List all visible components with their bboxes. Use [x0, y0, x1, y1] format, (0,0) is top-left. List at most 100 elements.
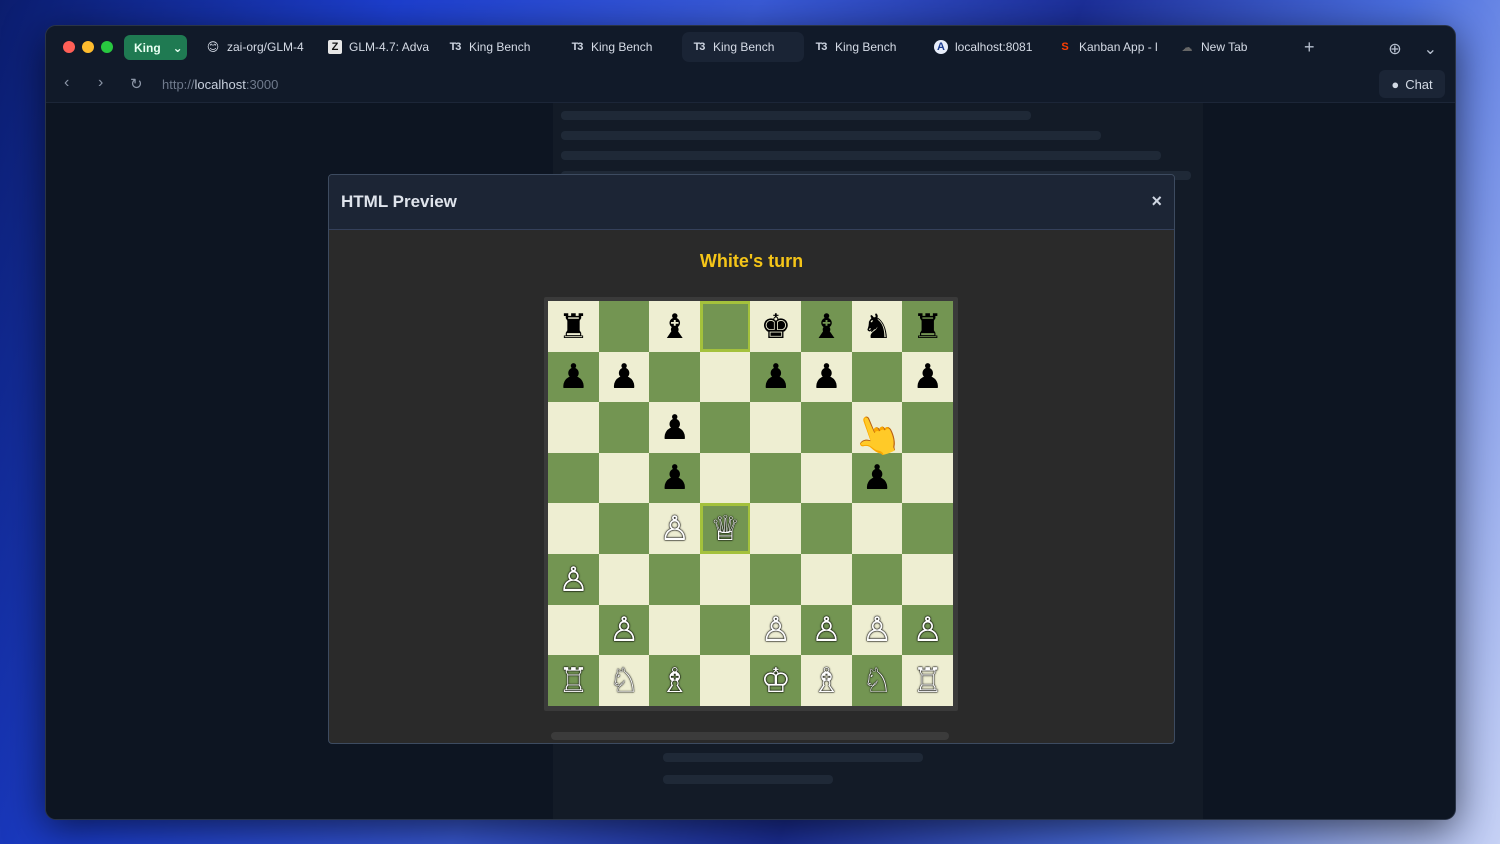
square-e3[interactable]: [750, 554, 802, 605]
square-g3[interactable]: [851, 554, 903, 605]
square-g1[interactable]: ♘: [851, 655, 903, 707]
maximize-window-button[interactable]: [101, 41, 113, 53]
square-f7[interactable]: ♟: [801, 351, 852, 403]
tab-1[interactable]: 😊 zai-org/GLM-4: [196, 32, 324, 62]
tab-3[interactable]: T3 King Bench: [438, 32, 560, 62]
square-e6[interactable]: [750, 402, 802, 454]
square-d7[interactable]: [699, 351, 751, 403]
white-knight-icon[interactable]: ♘: [862, 664, 892, 698]
square-f1[interactable]: ♗: [801, 655, 852, 707]
black-king-icon[interactable]: ♚: [761, 310, 791, 344]
white-pawn-icon[interactable]: ♙: [761, 613, 791, 647]
square-b4[interactable]: [598, 503, 650, 555]
square-e2[interactable]: ♙: [750, 604, 802, 656]
square-f4[interactable]: [801, 503, 852, 555]
scrollbar[interactable]: [551, 732, 949, 740]
square-d3[interactable]: [699, 554, 751, 605]
tab-2[interactable]: Z GLM-4.7: Adva: [318, 32, 440, 62]
black-pawn-icon[interactable]: ♟: [659, 461, 689, 495]
square-a7[interactable]: ♟: [548, 351, 599, 403]
square-d6[interactable]: [699, 402, 751, 454]
square-a3[interactable]: ♙: [548, 554, 599, 605]
square-b3[interactable]: [598, 554, 650, 605]
white-knight-icon[interactable]: ♘: [609, 664, 639, 698]
square-a4[interactable]: [548, 503, 599, 555]
white-pawn-icon[interactable]: ♙: [862, 613, 892, 647]
square-h8[interactable]: ♜: [902, 301, 954, 352]
download-icon[interactable]: ⊕: [1388, 39, 1401, 59]
white-rook-icon[interactable]: ♖: [912, 664, 942, 698]
square-c3[interactable]: [649, 554, 701, 605]
square-c5[interactable]: ♟: [649, 452, 701, 504]
chat-button[interactable]: ● Chat: [1379, 70, 1445, 98]
white-king-icon[interactable]: ♔: [761, 664, 791, 698]
tab-8[interactable]: S Kanban App - l: [1048, 32, 1170, 62]
new-tab-button[interactable]: +: [1304, 37, 1315, 58]
square-h5[interactable]: [902, 452, 954, 504]
black-pawn-icon[interactable]: ♟: [862, 461, 892, 495]
square-b6[interactable]: [598, 402, 650, 454]
white-pawn-icon[interactable]: ♙: [811, 613, 841, 647]
close-window-button[interactable]: [63, 41, 75, 53]
black-rook-icon[interactable]: ♜: [912, 310, 942, 344]
square-h7[interactable]: ♟: [902, 351, 954, 403]
forward-icon[interactable]: ›: [98, 74, 103, 92]
square-h3[interactable]: [902, 554, 954, 605]
white-rook-icon[interactable]: ♖: [558, 664, 588, 698]
back-icon[interactable]: ‹: [64, 74, 69, 92]
white-pawn-icon[interactable]: ♙: [558, 563, 588, 597]
square-f6[interactable]: [801, 402, 852, 454]
square-b1[interactable]: ♘: [598, 655, 650, 707]
white-bishop-icon[interactable]: ♗: [659, 664, 689, 698]
tab-5[interactable]: T3 King Bench: [682, 32, 804, 62]
black-pawn-icon[interactable]: ♟: [558, 360, 588, 394]
square-g8[interactable]: ♞: [851, 301, 903, 352]
square-h2[interactable]: ♙: [902, 604, 954, 656]
chevron-down-icon[interactable]: ⌄: [1424, 39, 1437, 59]
close-icon[interactable]: ×: [1151, 191, 1162, 212]
square-b8[interactable]: [598, 301, 650, 352]
square-e5[interactable]: [750, 452, 802, 504]
black-bishop-icon[interactable]: ♝: [659, 310, 689, 344]
square-f5[interactable]: [801, 452, 852, 504]
square-d5[interactable]: [699, 452, 751, 504]
square-b5[interactable]: [598, 452, 650, 504]
square-d8[interactable]: [699, 301, 751, 352]
white-pawn-icon[interactable]: ♙: [659, 512, 689, 546]
tab-9[interactable]: ☁ New Tab: [1170, 32, 1292, 62]
square-f8[interactable]: ♝: [801, 301, 852, 352]
black-pawn-icon[interactable]: ♟: [912, 360, 942, 394]
square-h6[interactable]: [902, 402, 954, 454]
square-h1[interactable]: ♖: [902, 655, 954, 707]
black-pawn-icon[interactable]: ♟: [811, 360, 841, 394]
square-d1[interactable]: [699, 655, 751, 707]
square-c1[interactable]: ♗: [649, 655, 701, 707]
square-c7[interactable]: [649, 351, 701, 403]
profile-switcher[interactable]: King ⌄: [124, 35, 187, 60]
black-knight-icon[interactable]: ♞: [862, 310, 892, 344]
white-pawn-icon[interactable]: ♙: [912, 613, 942, 647]
url-field[interactable]: http://localhost:3000: [162, 77, 278, 92]
square-e7[interactable]: ♟: [750, 351, 802, 403]
black-bishop-icon[interactable]: ♝: [811, 310, 841, 344]
black-pawn-icon[interactable]: ♟: [609, 360, 639, 394]
square-a6[interactable]: [548, 402, 599, 454]
square-c4[interactable]: ♙: [649, 503, 701, 555]
black-pawn-icon[interactable]: ♟: [659, 411, 689, 445]
square-a2[interactable]: [548, 604, 599, 656]
square-c2[interactable]: [649, 604, 701, 656]
reload-icon[interactable]: ↻: [130, 75, 143, 93]
tab-7[interactable]: Alocalhost:8081: [924, 32, 1046, 62]
white-queen-icon[interactable]: ♕: [710, 512, 740, 546]
square-d2[interactable]: [699, 604, 751, 656]
square-a5[interactable]: [548, 452, 599, 504]
square-d4[interactable]: ♕: [699, 503, 751, 555]
square-g7[interactable]: [851, 351, 903, 403]
minimize-window-button[interactable]: [82, 41, 94, 53]
square-e1[interactable]: ♔: [750, 655, 802, 707]
black-rook-icon[interactable]: ♜: [558, 310, 588, 344]
square-a8[interactable]: ♜: [548, 301, 599, 352]
white-bishop-icon[interactable]: ♗: [811, 664, 841, 698]
tab-6[interactable]: T3 King Bench: [804, 32, 926, 62]
tab-4[interactable]: T3 King Bench: [560, 32, 682, 62]
